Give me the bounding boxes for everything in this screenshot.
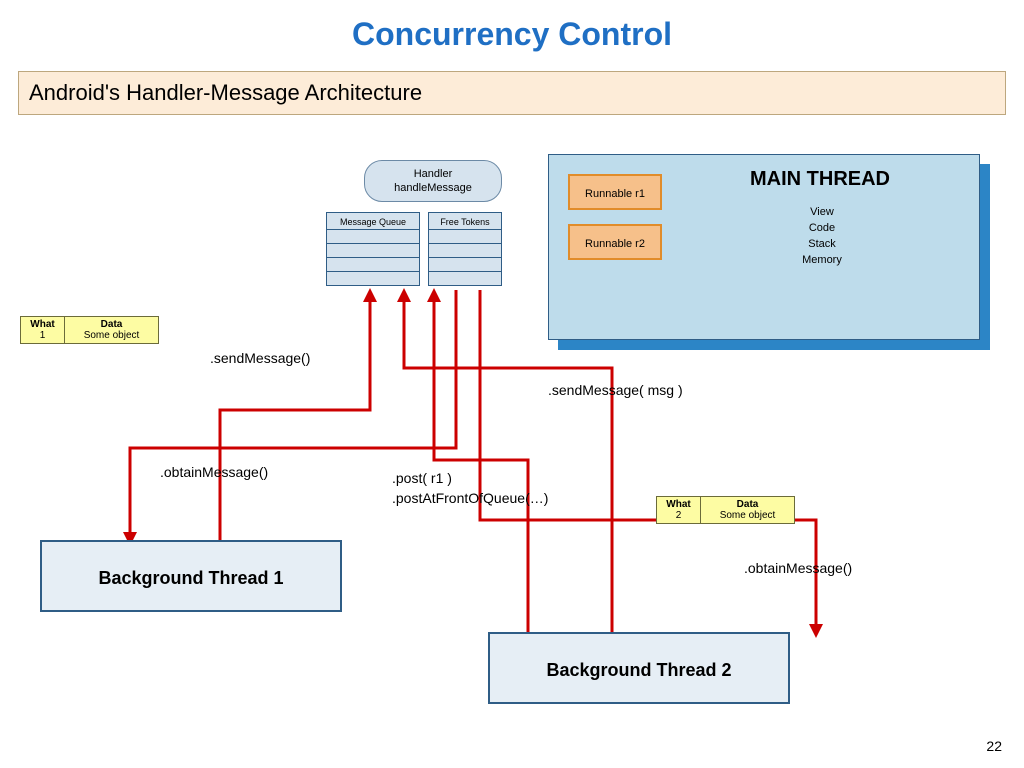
main-stack-view: View [782,204,862,220]
main-stack-stack: Stack [782,236,862,252]
handler-box: Handler handleMessage [364,160,502,202]
slide-subtitle: Android's Handler-Message Architecture [18,71,1006,115]
background-thread-1: Background Thread 1 [40,540,342,612]
message-table-1: What1DataSome object [20,316,159,344]
main-stack-code: Code [782,220,862,236]
main-thread-stack: View Code Stack Memory [782,204,862,268]
main-thread-heading: MAIN THREAD [750,168,890,191]
free-tokens-body [428,230,502,286]
page-number: 22 [986,738,1002,754]
label-send-message-msg: .sendMessage( msg ) [548,382,683,398]
message-table-2: What2DataSome object [656,496,795,524]
label-post-r1: .post( r1 ) [392,470,452,486]
free-tokens-header: Free Tokens [428,212,502,230]
background-thread-2: Background Thread 2 [488,632,790,704]
label-post-front: .postAtFrontOfQueue(…) [392,490,548,506]
message-queue-body [326,230,420,286]
runnable-r1: Runnable r1 [568,174,662,210]
diagram-canvas: Handler handleMessage Message Queue Free… [0,120,1024,768]
label-obtain-message-1: .obtainMessage() [160,464,268,480]
slide-title: Concurrency Control [0,0,1024,53]
label-obtain-message-2: .obtainMessage() [744,560,852,576]
handler-line2: handleMessage [365,181,501,195]
handler-line1: Handler [365,167,501,181]
label-send-message-1: .sendMessage() [210,350,310,366]
main-stack-memory: Memory [782,252,862,268]
message-queue-header: Message Queue [326,212,420,230]
runnable-r2: Runnable r2 [568,224,662,260]
